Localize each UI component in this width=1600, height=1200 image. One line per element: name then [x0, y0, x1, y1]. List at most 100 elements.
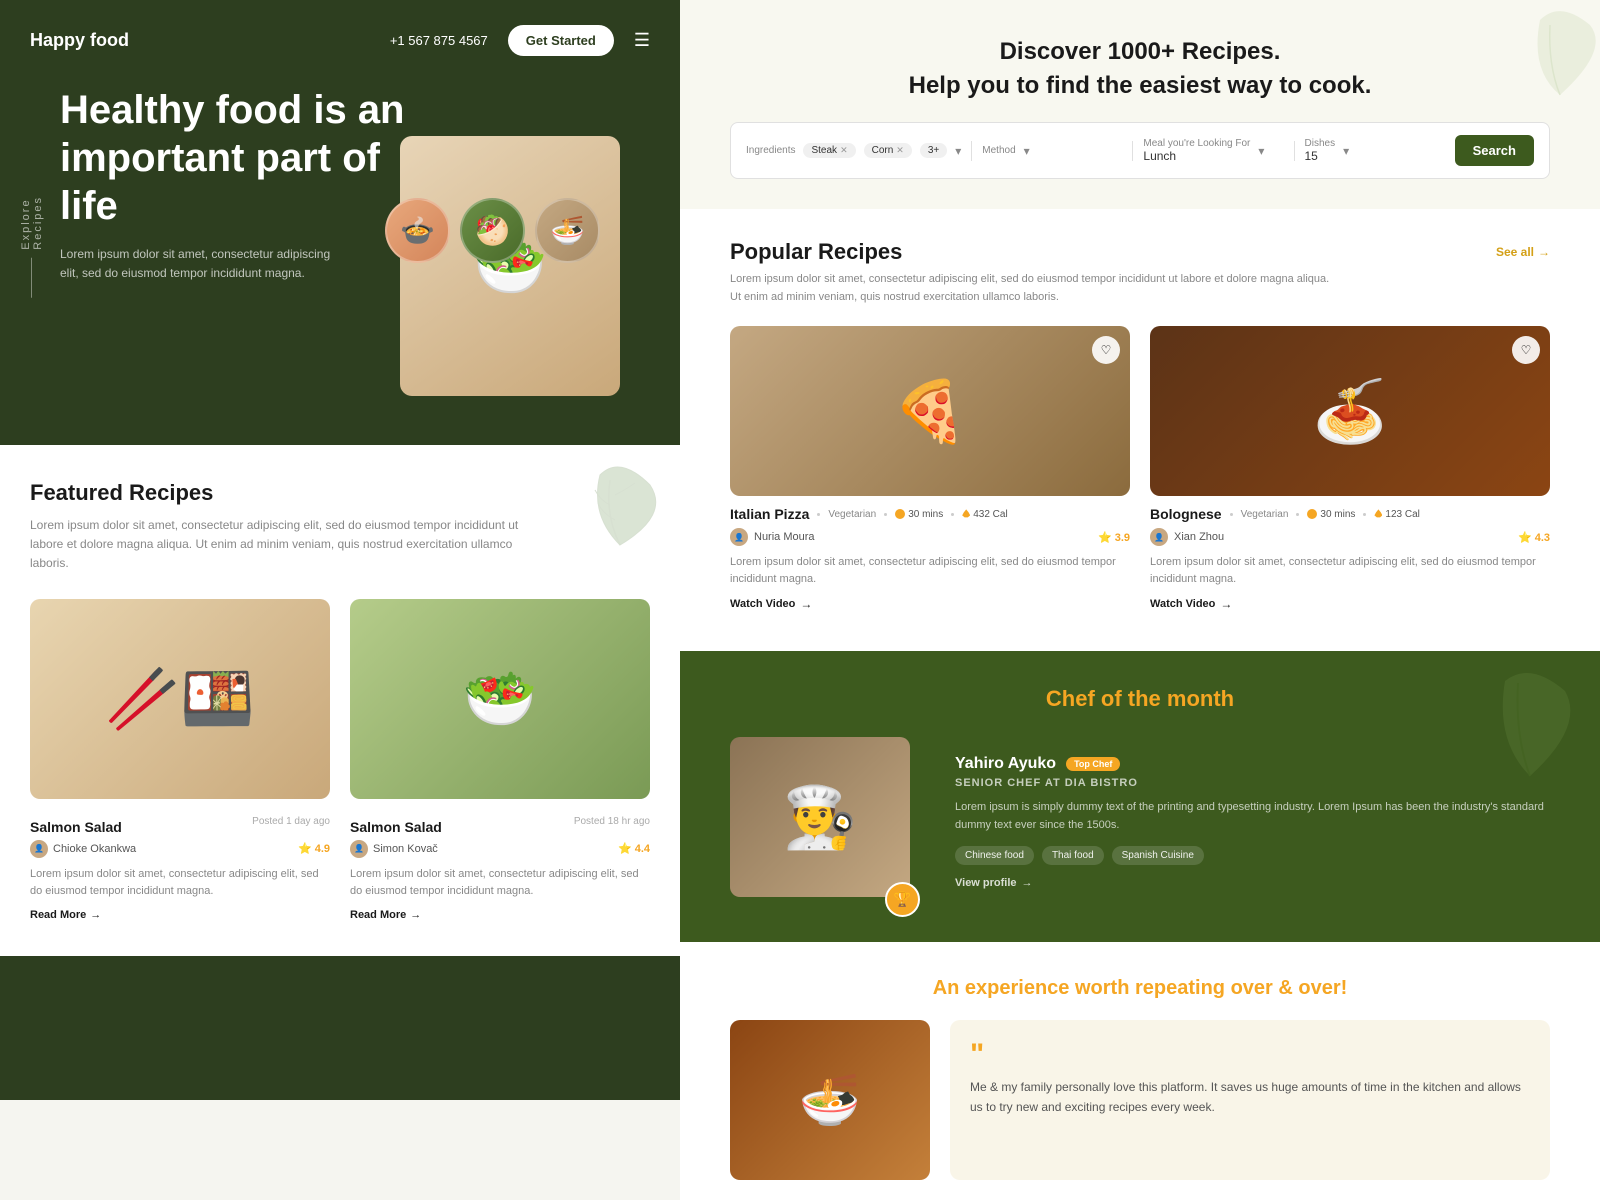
discover-section: Discover 1000+ Recipes. Help you to find…: [680, 0, 1600, 209]
featured-card-1-image: 🥢🍱: [30, 599, 330, 799]
watch-arrow-1: →: [800, 597, 812, 611]
chef-tag-2: Thai food: [1042, 846, 1104, 865]
chef-leaf-deco: [1480, 661, 1580, 786]
popular-card-2-name: Bolognese: [1150, 506, 1222, 522]
chevron-down-icon-3[interactable]: ▾: [1258, 144, 1264, 158]
search-divider-1: [971, 141, 972, 161]
featured-card-2-author: 👤 Simon Kovač: [350, 840, 438, 858]
discover-headline-1: Discover 1000+ Recipes.: [730, 35, 1550, 69]
see-all-link[interactable]: See all →: [1496, 245, 1550, 259]
chef-name: Yahiro Ayuko: [955, 755, 1056, 773]
dishes-group: Dishes 15 ▾: [1305, 138, 1445, 163]
popular-card-1-rating: ⭐ 3.9: [1098, 531, 1130, 544]
method-group: Method ▾: [982, 144, 1122, 158]
popular-card-2-avatar: 👤: [1150, 528, 1168, 546]
watch-video-2[interactable]: Watch Video →: [1150, 597, 1550, 611]
ingredients-group: Ingredients Steak ✕ Corn ✕ 3+ ▾: [746, 143, 961, 158]
featured-card-2-body: Lorem ipsum dolor sit amet, consectetur …: [350, 866, 650, 901]
featured-card-1-read-more[interactable]: Read More →: [30, 909, 330, 921]
popular-card-2-heart[interactable]: ♡: [1512, 336, 1540, 364]
meal-value: Lunch: [1143, 149, 1250, 163]
steak-tag-close[interactable]: ✕: [840, 145, 848, 156]
popular-header: Popular Recipes See all →: [730, 239, 1550, 265]
watch-arrow-2: →: [1220, 597, 1232, 611]
popular-card-2-info: Bolognese Vegetarian 30 mins 123 Cal: [1150, 496, 1550, 621]
hero-food-image: 🥗: [400, 136, 620, 396]
chef-role: Senior Chef at Dia Bistro: [955, 777, 1550, 789]
popular-card-1-author-row: 👤 Nuria Moura ⭐ 3.9: [730, 528, 1130, 546]
featured-card-2-posted: Posted 18 hr ago: [574, 816, 650, 827]
ingredients-label: Ingredients: [746, 145, 795, 156]
featured-card-2-name: Salmon Salad: [350, 819, 442, 835]
leaf-decoration: [560, 455, 680, 555]
testimonial-text: Me & my family personally love this plat…: [970, 1078, 1530, 1116]
steak-tag[interactable]: Steak ✕: [803, 143, 855, 158]
food-thumbnails: 🍲 🥙 🍜: [385, 198, 600, 263]
view-profile-link[interactable]: View profile →: [955, 877, 1550, 889]
search-divider-2: [1132, 141, 1133, 161]
leaf-deco-top-right: [1520, 0, 1600, 100]
featured-card-1-rating: ⭐ 4.9: [298, 842, 330, 855]
popular-card-1-tag: Vegetarian: [828, 509, 876, 520]
popular-card-1-info: Italian Pizza Vegetarian 30 mins 432 Cal: [730, 496, 1130, 621]
featured-card-2-rating: ⭐ 4.4: [618, 842, 650, 855]
corn-tag-close[interactable]: ✕: [896, 145, 904, 156]
chef-tag-1: Chinese food: [955, 846, 1034, 865]
search-button[interactable]: Search: [1455, 135, 1534, 166]
experience-section: An experience worth repeating over & ove…: [680, 942, 1600, 1200]
watch-video-1[interactable]: Watch Video →: [730, 597, 1130, 611]
quote-icon: ": [970, 1040, 1530, 1070]
hero-title: Healthy food is an important part of lif…: [60, 86, 410, 230]
dot-1: [817, 513, 820, 516]
featured-recipe-cards: 🥢🍱 Salmon Salad Posted 1 day ago 👤 Chiok…: [30, 599, 650, 921]
popular-cards: 🍕 ♡ Italian Pizza Vegetarian 30 mins: [730, 326, 1550, 621]
popular-card-2-cal: 123 Cal: [1374, 509, 1419, 520]
popular-card-2-time: 30 mins: [1307, 509, 1355, 520]
search-bar: Ingredients Steak ✕ Corn ✕ 3+ ▾ Method ▾: [730, 122, 1550, 179]
dishes-value: 15: [1305, 149, 1336, 163]
experience-image: 🍜: [730, 1020, 930, 1180]
chef-bio: Lorem ipsum is simply dummy text of the …: [955, 799, 1550, 834]
popular-card-2-tag: Vegetarian: [1241, 509, 1289, 520]
chevron-down-icon[interactable]: ▾: [955, 144, 961, 158]
popular-desc: Lorem ipsum dolor sit amet, consectetur …: [730, 271, 1330, 306]
popular-card-1-cal: 432 Cal: [962, 509, 1007, 520]
chef-info: Yahiro Ayuko Top Chef Senior Chef at Dia…: [955, 755, 1550, 889]
experience-title: An experience worth repeating over & ove…: [730, 977, 1550, 1000]
explore-recipes-label[interactable]: Explore Recipes: [20, 176, 44, 298]
featured-card-2-image: 🥗: [350, 599, 650, 799]
chevron-down-icon-2[interactable]: ▾: [1024, 144, 1030, 158]
featured-desc: Lorem ipsum dolor sit amet, consectetur …: [30, 516, 530, 574]
popular-card-1-image: 🍕 ♡: [730, 326, 1130, 496]
more-tag[interactable]: 3+: [920, 143, 947, 158]
popular-card-1: 🍕 ♡ Italian Pizza Vegetarian 30 mins: [730, 326, 1130, 621]
dot-5: [1296, 513, 1299, 516]
clock-icon-2: [1307, 509, 1317, 519]
popular-card-1-body: Lorem ipsum dolor sit amet, consectetur …: [730, 554, 1130, 587]
featured-card-1-author: 👤 Chioke Okankwa: [30, 840, 136, 858]
popular-card-1-time: 30 mins: [895, 509, 943, 520]
meal-group: Meal you're Looking For Lunch ▾: [1143, 138, 1283, 163]
featured-card-1-body: Lorem ipsum dolor sit amet, consectetur …: [30, 866, 330, 901]
popular-card-2-body: Lorem ipsum dolor sit amet, consectetur …: [1150, 554, 1550, 587]
popular-card-1-name: Italian Pizza: [730, 506, 809, 522]
dot-2: [884, 513, 887, 516]
popular-card-1-heart[interactable]: ♡: [1092, 336, 1120, 364]
bottom-light-section: [0, 1100, 680, 1200]
featured-card-2-read-more[interactable]: Read More →: [350, 909, 650, 921]
corn-tag[interactable]: Corn ✕: [864, 143, 912, 158]
clock-icon-1: [895, 509, 905, 519]
fire-icon-1: [962, 509, 970, 519]
featured-card-1-name: Salmon Salad: [30, 819, 122, 835]
popular-card-1-author: Nuria Moura: [754, 531, 815, 543]
meal-label: Meal you're Looking For: [1143, 138, 1250, 149]
chef-tag-3: Spanish Cuisine: [1112, 846, 1204, 865]
popular-card-2-image: 🍝 ♡: [1150, 326, 1550, 496]
dot-3: [951, 513, 954, 516]
menu-icon[interactable]: ☰: [634, 30, 650, 51]
chevron-down-icon-4[interactable]: ▾: [1343, 144, 1349, 158]
get-started-button[interactable]: Get Started: [508, 25, 614, 56]
phone-number: +1 567 875 4567: [390, 33, 488, 48]
chef-section: Chef of the month 👨‍🍳 🏆 Yahiro Ayuko Top…: [680, 651, 1600, 942]
popular-section: Popular Recipes See all → Lorem ipsum do…: [680, 209, 1600, 651]
